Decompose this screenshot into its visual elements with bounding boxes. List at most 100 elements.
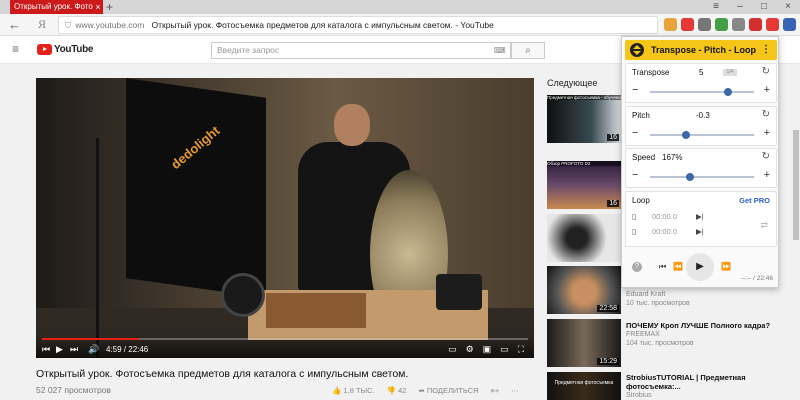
transpose-slider-track[interactable] (650, 91, 754, 93)
search-input[interactable]: Введите запрос (211, 42, 511, 59)
extension-time: --:-- / 22:46 (740, 275, 773, 282)
back-arrow-icon[interactable]: ← (8, 17, 21, 32)
transpose-slider-knob[interactable] (724, 88, 732, 96)
search-button[interactable]: ⌕ (511, 42, 545, 59)
rec-thumbnail[interactable]: 15:29 (547, 319, 621, 367)
rewind-icon[interactable]: ⏪ (673, 262, 683, 271)
skip-back-icon[interactable]: ⏮ (659, 262, 666, 272)
extension-icon[interactable] (766, 18, 779, 31)
fast-forward-icon[interactable]: ⏩ (721, 262, 731, 271)
rec-info[interactable]: ПОЧЕМУ Кроп ЛУЧШЕ Полного кадра? FREEMAX… (626, 321, 786, 348)
rec-info[interactable]: Eduard Kraft 10 тыс. просмотров (626, 290, 786, 308)
progress-bar[interactable] (42, 338, 528, 340)
transpose-card: Transpose 5 1/4 ↻ − + (625, 63, 777, 103)
thumbnail-caption: Предметная фотосъемка - обучение (547, 95, 621, 100)
subtitles-icon[interactable]: ▭ (448, 344, 457, 355)
pitch-label: Pitch (632, 111, 650, 120)
bookmark-icon[interactable]: ▯ (632, 227, 636, 236)
minus-button[interactable]: − (632, 127, 638, 139)
dislike-button[interactable]: 👎 42 (387, 386, 407, 395)
play-next-icon[interactable]: ▶| (696, 212, 704, 221)
loop-repeat-icon[interactable]: ⇄ (760, 220, 768, 231)
youtube-play-logo-icon (37, 44, 52, 55)
rec-channel: Eduard Kraft (626, 291, 666, 298)
new-tab-button[interactable]: + (106, 0, 113, 14)
speed-slider-track[interactable] (650, 176, 754, 178)
pitch-card: Pitch -0.3 ↻ − + (625, 106, 777, 146)
next-icon[interactable]: ⏭ (70, 344, 78, 355)
url-field[interactable]: ⛉ www.youtube.com Открытый урок. Фотосъем… (58, 16, 658, 34)
pitch-slider-knob[interactable] (682, 131, 691, 139)
plus-button[interactable]: + (764, 84, 770, 96)
video-player[interactable]: dedolight ⏮ ▶ ⏭ 🔊 4:59 / 22:46 ▭ ⚙ ▣ ▭ ⛶ (36, 78, 534, 358)
tab-close-icon[interactable]: × (93, 0, 103, 14)
extension-icon[interactable] (681, 18, 694, 31)
minus-button[interactable]: − (632, 84, 638, 96)
like-button[interactable]: 👍 1,8 ТЫС. (332, 386, 375, 395)
minimize-button[interactable]: – (728, 0, 752, 14)
browser-menu-icon[interactable]: ≡ (704, 0, 728, 14)
add-to-playlist-button[interactable]: ≡+ (490, 386, 499, 395)
settings-icon[interactable]: ⚙ (466, 344, 474, 355)
play-next-icon[interactable]: ▶| (696, 227, 704, 236)
scrollbar-thumb[interactable] (793, 130, 799, 240)
theater-icon[interactable]: ▭ (500, 344, 509, 355)
plus-button[interactable]: + (764, 127, 770, 139)
thumbnail-image: Обзор PROFOTO D2 16 (547, 161, 621, 209)
extension-icon[interactable] (698, 18, 711, 31)
rec-thumbnail[interactable] (547, 214, 621, 262)
bookmark-icon[interactable]: ▯ (632, 212, 636, 221)
minus-button[interactable]: − (632, 169, 638, 181)
extension-icon[interactable] (749, 18, 762, 31)
rec-thumbnail[interactable]: 22:58 (547, 266, 621, 314)
miniplayer-icon[interactable]: ▣ (483, 344, 492, 355)
plus-button[interactable]: + (764, 169, 770, 181)
reset-icon[interactable]: ↻ (762, 109, 770, 120)
play-icon[interactable]: ▶ (56, 344, 63, 355)
hamburger-menu-icon[interactable]: ≡ (12, 42, 19, 56)
rec-thumbnail[interactable]: Предметная фотосъемка (547, 372, 621, 400)
extension-icons (664, 18, 796, 31)
get-pro-link[interactable]: Get PRO (739, 196, 770, 205)
browser-tab[interactable]: Открытый урок. Фотосъ (10, 0, 101, 14)
share-button[interactable]: ➦ ПОДЕЛИТЬСЯ (418, 386, 478, 395)
speed-slider-knob[interactable] (685, 173, 694, 181)
kebab-menu-icon[interactable]: ⋮ (761, 44, 771, 55)
more-button[interactable]: ⋯ (511, 386, 519, 395)
transpose-extension-popup: Transpose - Pitch - Loop ⋮ Transpose 5 1… (621, 36, 779, 288)
prev-icon[interactable]: ⏮ (42, 344, 50, 355)
loop-label: Loop (632, 196, 650, 205)
keyboard-icon[interactable]: ⌨ (494, 46, 506, 55)
extension-icon[interactable] (664, 18, 677, 31)
reset-icon[interactable]: ↻ (762, 151, 770, 162)
thumbs-down-icon: 👎 (386, 386, 397, 395)
thumbnail-caption: Обзор PROFOTO D2 (547, 161, 621, 166)
rec-info[interactable]: StrobiusTUTORIAL | Предметная фотосъемка… (626, 373, 786, 400)
tab-bar: Открытый урок. Фотосъ × + ≡ – □ × (0, 0, 800, 14)
help-icon[interactable]: ? (632, 262, 642, 272)
extension-icon[interactable] (715, 18, 728, 31)
like-count: 1,8 ТЫС. (343, 386, 375, 395)
fullscreen-icon[interactable]: ⛶ (518, 344, 524, 355)
volume-icon[interactable]: 🔊 (88, 344, 99, 355)
thumbnail-image: Предметная фотосъемка (547, 372, 621, 400)
yandex-logo-icon[interactable]: Я (38, 17, 46, 32)
reset-icon[interactable]: ↻ (762, 66, 770, 77)
close-window-button[interactable]: × (776, 0, 800, 14)
scrollbar[interactable] (792, 64, 800, 400)
video-actions: 👍 1,8 ТЫС. 👎 42 ➦ ПОДЕЛИТЬСЯ ≡+ ⋯ (332, 386, 519, 395)
rec-title: ПОЧЕМУ Кроп ЛУЧШЕ Полного кадра? (626, 321, 771, 330)
youtube-logo[interactable]: YouTube (37, 44, 94, 55)
pitch-slider-track[interactable] (650, 134, 754, 136)
maximize-button[interactable]: □ (752, 0, 776, 14)
dislike-count: 42 (398, 386, 407, 395)
extension-icon[interactable] (732, 18, 745, 31)
transpose-logo-icon (630, 43, 644, 57)
play-button[interactable]: ▶ (686, 253, 714, 281)
transpose-badge: 1/4 (723, 69, 737, 76)
player-right-controls: ▭ ⚙ ▣ ▭ ⛶ (448, 344, 524, 355)
thumbnail-image: Предметная фотосъемка - обучение 16 (547, 95, 621, 143)
transpose-extension-icon[interactable] (783, 18, 796, 31)
rec-thumbnail[interactable]: Обзор PROFOTO D2 16 (547, 161, 621, 209)
rec-thumbnail[interactable]: Предметная фотосъемка - обучение 16 (547, 95, 621, 143)
